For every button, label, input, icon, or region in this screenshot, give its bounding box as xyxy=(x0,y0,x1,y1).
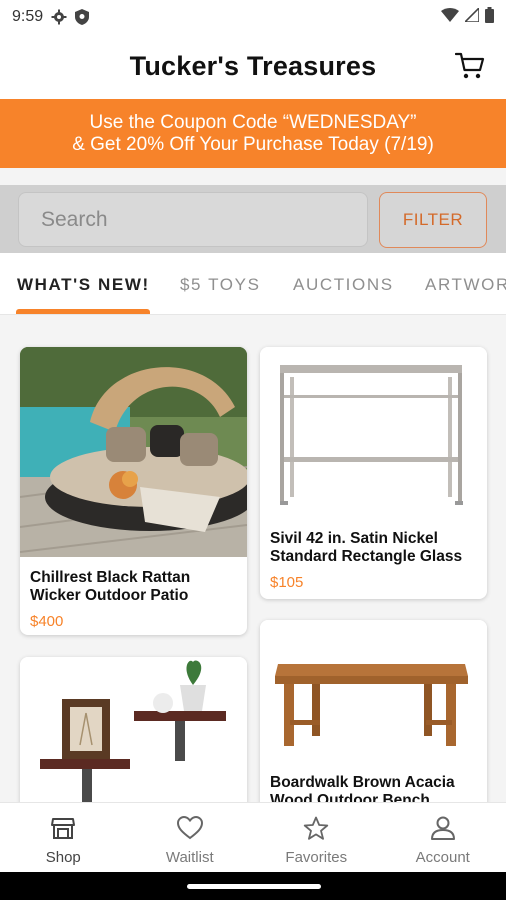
product-card[interactable] xyxy=(20,657,247,802)
person-icon xyxy=(430,813,456,843)
system-nav-bar xyxy=(0,872,506,900)
nav-waitlist[interactable]: Waitlist xyxy=(127,803,254,872)
settings-gear-icon xyxy=(51,9,67,25)
status-time: 9:59 xyxy=(12,8,44,25)
shop-icon xyxy=(50,813,76,843)
product-image-bench xyxy=(260,620,487,770)
category-tabs: WHAT'S NEW! $5 TOYS AUCTIONS ARTWOR xyxy=(0,253,506,315)
product-card[interactable]: Boardwalk Brown Acacia Wood Outdoor Benc… xyxy=(260,620,487,802)
search-input[interactable] xyxy=(18,192,368,247)
promo-line-1: Use the Coupon Code “WEDNESDAY” xyxy=(89,111,417,133)
promo-banner[interactable]: Use the Coupon Code “WEDNESDAY” & Get 20… xyxy=(0,99,506,168)
star-icon xyxy=(303,813,329,843)
nav-shop-label: Shop xyxy=(45,849,81,866)
nav-waitlist-label: Waitlist xyxy=(165,849,214,866)
product-card[interactable]: Chillrest Black Rattan Wicker Outdoor Pa… xyxy=(20,347,247,635)
cart-button[interactable] xyxy=(454,50,486,82)
shield-icon xyxy=(75,9,90,25)
nav-shop[interactable]: Shop xyxy=(0,803,127,872)
nav-favorites-label: Favorites xyxy=(285,849,348,866)
product-grid: Chillrest Black Rattan Wicker Outdoor Pa… xyxy=(0,316,506,802)
product-image-console-table xyxy=(260,347,487,517)
tab-artwork[interactable]: ARTWOR xyxy=(425,275,506,295)
signal-icon xyxy=(463,5,480,27)
nav-account[interactable]: Account xyxy=(380,803,506,872)
nav-favorites[interactable]: Favorites xyxy=(253,803,380,872)
product-price: $105 xyxy=(270,574,304,591)
app-header: Tucker's Treasures xyxy=(0,34,506,99)
tab-5-toys[interactable]: $5 TOYS xyxy=(180,275,261,295)
tab-auctions[interactable]: AUCTIONS xyxy=(293,275,394,295)
cart-icon xyxy=(455,52,485,79)
filter-button[interactable]: FILTER xyxy=(379,192,487,248)
product-card[interactable]: Sivil 42 in. Satin Nickel Standard Recta… xyxy=(260,347,487,599)
product-name: Sivil 42 in. Satin Nickel Standard Recta… xyxy=(270,530,463,565)
product-name: Boardwalk Brown Acacia Wood Outdoor Benc… xyxy=(270,774,455,802)
status-bar: 9:59 xyxy=(0,0,506,34)
search-row: FILTER xyxy=(0,185,506,253)
nav-account-label: Account xyxy=(415,849,470,866)
heart-icon xyxy=(176,813,203,843)
bottom-nav: Shop Waitlist Favorites Account xyxy=(0,802,506,872)
tab-whats-new[interactable]: WHAT'S NEW! xyxy=(17,275,150,295)
wifi-icon xyxy=(441,7,459,27)
home-gesture-pill[interactable] xyxy=(187,884,321,889)
product-name: Chillrest Black Rattan Wicker Outdoor Pa… xyxy=(30,569,191,604)
product-price: $400 xyxy=(30,613,64,630)
app-screen: 9:59 Tucker's Treasures Use the Coupon C… xyxy=(0,0,506,900)
active-tab-indicator xyxy=(16,309,150,314)
app-title: Tucker's Treasures xyxy=(129,51,377,81)
product-image-shelves xyxy=(20,657,247,802)
product-image-daybed xyxy=(20,347,247,557)
battery-icon xyxy=(485,6,494,28)
promo-line-2: & Get 20% Off Your Purchase Today (7/19) xyxy=(72,133,434,155)
